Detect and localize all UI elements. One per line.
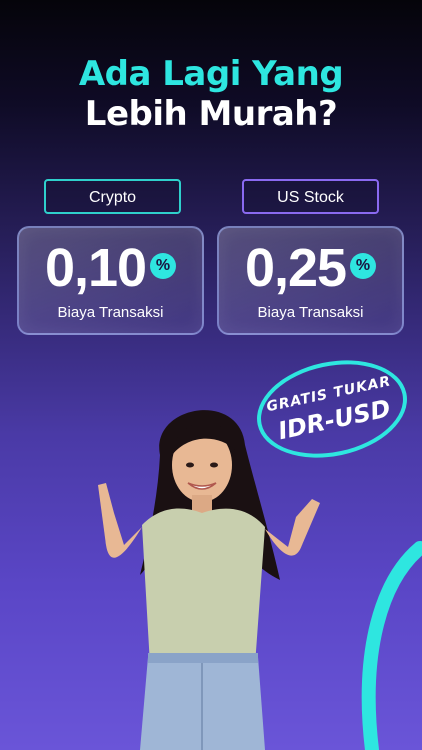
percent-icon: % xyxy=(350,252,377,279)
crypto-fee-label: Biaya Transaksi xyxy=(57,304,164,321)
crypto-tag: Crypto xyxy=(44,179,181,214)
headline-line-2: Lebih Murah? xyxy=(84,94,338,134)
crypto-fee-value: 0,10 xyxy=(44,238,147,298)
headline-line-1: Ada Lagi Yang xyxy=(78,54,344,94)
us-stock-fee-card: 0,25% Biaya Transaksi xyxy=(217,226,404,335)
us-stock-fee-value: 0,25 xyxy=(244,238,347,298)
crypto-fee-rate: 0,10% xyxy=(19,238,202,298)
us-stock-tag: US Stock xyxy=(242,179,379,214)
percent-icon: % xyxy=(150,252,177,279)
headline: Ada Lagi Yang Lebih Murah? xyxy=(0,54,422,134)
decorative-swoosh xyxy=(361,541,422,750)
presenter-illustration xyxy=(98,410,320,750)
us-stock-fee-label: Biaya Transaksi xyxy=(257,304,364,321)
crypto-fee-card: 0,10% Biaya Transaksi xyxy=(17,226,204,335)
us-stock-fee-rate: 0,25% xyxy=(219,238,402,298)
